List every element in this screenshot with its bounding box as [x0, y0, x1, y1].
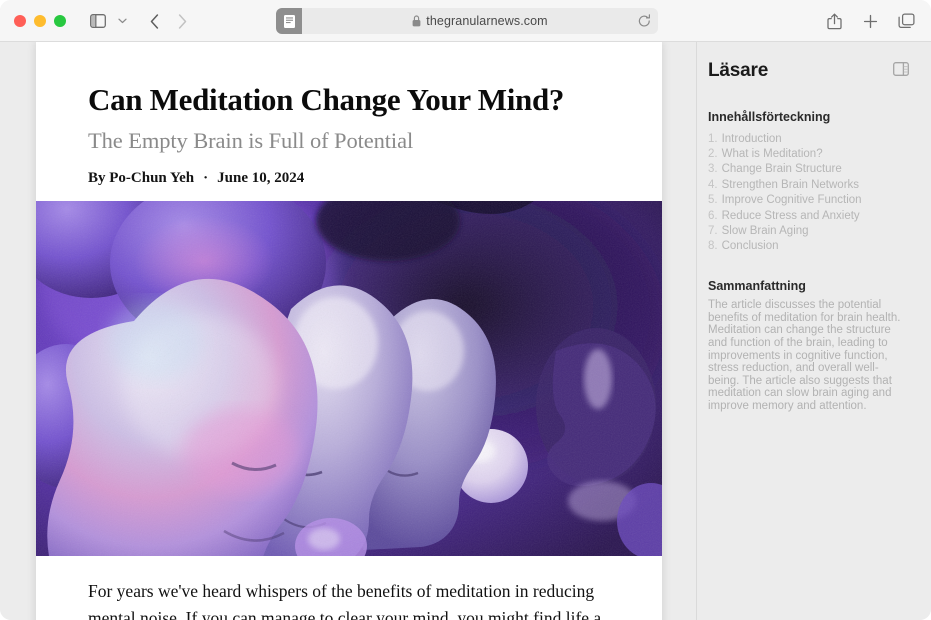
toc-item[interactable]: 7. Slow Brain Aging	[708, 223, 909, 238]
browser-toolbar: thegranularnews.com	[0, 0, 931, 42]
toc-item-label: Strengthen Brain Networks	[721, 178, 860, 191]
toc-item-number: 1.	[708, 132, 718, 145]
reader-sidebar: Läsare Innehållsförteckning 1. Introduct…	[696, 42, 931, 620]
summary-heading: Sammanfattning	[708, 279, 806, 294]
reader-panel-toggle-button[interactable]	[893, 60, 909, 76]
back-button[interactable]	[141, 9, 167, 33]
close-window-button[interactable]	[14, 15, 26, 27]
toolbar-left-group	[85, 9, 195, 33]
article-header: Can Meditation Change Your Mind? The Emp…	[36, 42, 662, 201]
sidebar-options-chevron-button[interactable]	[113, 9, 131, 33]
reload-icon	[638, 14, 650, 27]
tab-overview-button[interactable]	[893, 9, 919, 33]
toc-item-number: 3.	[708, 163, 718, 176]
chevron-down-icon	[117, 18, 127, 24]
byline-author: By Po-Chun Yeh	[88, 170, 195, 187]
reader-sidebar-header: Läsare	[708, 60, 909, 82]
toc-item-label: Slow Brain Aging	[721, 224, 809, 237]
site-favicon[interactable]	[276, 8, 302, 34]
toc-item[interactable]: 8. Conclusion	[708, 239, 909, 254]
url-content: thegranularnews.com	[412, 14, 548, 28]
reader-sidebar-title: Läsare	[708, 60, 769, 81]
sidebar-toggle-button[interactable]	[85, 9, 111, 33]
toc-item[interactable]: 4. Strengthen Brain Networks	[708, 177, 909, 192]
url-text: thegranularnews.com	[426, 14, 548, 28]
article-hero-image	[36, 201, 662, 557]
share-icon	[826, 13, 842, 29]
reload-button[interactable]	[638, 14, 651, 28]
article-body: For years we've heard whispers of the be…	[36, 556, 662, 620]
article-paragraph: For years we've heard whispers of the be…	[88, 581, 602, 620]
toc-item-label: Conclusion	[721, 240, 779, 253]
content-area: Can Meditation Change Your Mind? The Emp…	[0, 42, 931, 620]
toc-item[interactable]: 5. Improve Cognitive Function	[708, 193, 909, 208]
browser-window: thegranularnews.com Can Meditation Chang…	[0, 0, 931, 620]
web-page-viewport[interactable]: Can Meditation Change Your Mind? The Emp…	[0, 42, 696, 620]
tab-overview-icon	[897, 13, 915, 29]
chevron-right-icon	[178, 13, 186, 29]
toc-item-number: 2.	[708, 147, 718, 160]
new-tab-button[interactable]	[857, 9, 883, 33]
maximize-window-button[interactable]	[54, 15, 66, 27]
table-of-contents: 1. Introduction 2. What is Meditation? 3…	[708, 131, 909, 254]
summary-text: The article discusses the potential bene…	[708, 299, 901, 412]
share-button[interactable]	[821, 9, 847, 33]
chevron-left-icon	[150, 13, 158, 29]
forward-button[interactable]	[169, 9, 195, 33]
sidebar-icon	[90, 14, 106, 28]
lock-icon	[412, 15, 421, 27]
toc-item-label: Introduction	[721, 132, 782, 145]
reader-panel-toggle-icon	[893, 62, 909, 76]
toc-item[interactable]: 6. Reduce Stress and Anxiety	[708, 208, 909, 223]
toc-item[interactable]: 3. Change Brain Structure	[708, 162, 909, 177]
window-controls	[14, 15, 66, 27]
toc-item-label: What is Meditation?	[721, 147, 823, 160]
toolbar-right-group	[821, 9, 919, 33]
toc-item-label: Change Brain Structure	[721, 163, 842, 176]
toc-item-number: 4.	[708, 178, 718, 191]
minimize-window-button[interactable]	[34, 15, 46, 27]
toc-item-number: 8.	[708, 240, 718, 253]
article-subheadline: The Empty Brain is Full of Potential	[88, 128, 414, 154]
toc-item[interactable]: 1. Introduction	[708, 131, 909, 146]
toc-item[interactable]: 2. What is Meditation?	[708, 146, 909, 161]
article-headline: Can Meditation Change Your Mind?	[88, 82, 565, 117]
byline-separator: ·	[203, 170, 209, 187]
toc-item-number: 6.	[708, 209, 718, 222]
toc-item-label: Reduce Stress and Anxiety	[721, 209, 860, 222]
toc-item-number: 5.	[708, 194, 718, 207]
toc-item-label: Improve Cognitive Function	[721, 194, 862, 207]
plus-icon	[863, 14, 877, 28]
toc-heading: Innehållsförteckning	[708, 110, 831, 124]
article-byline: By Po-Chun Yeh · June 10, 2024	[88, 170, 610, 187]
toc-item-number: 7.	[708, 224, 718, 237]
reader-document-icon	[283, 14, 295, 28]
article-sheet: Can Meditation Change Your Mind? The Emp…	[36, 42, 662, 620]
url-field[interactable]: thegranularnews.com	[302, 8, 658, 34]
hero-artwork	[36, 201, 662, 557]
address-bar[interactable]: thegranularnews.com	[276, 8, 658, 34]
byline-date: June 10, 2024	[217, 170, 305, 187]
